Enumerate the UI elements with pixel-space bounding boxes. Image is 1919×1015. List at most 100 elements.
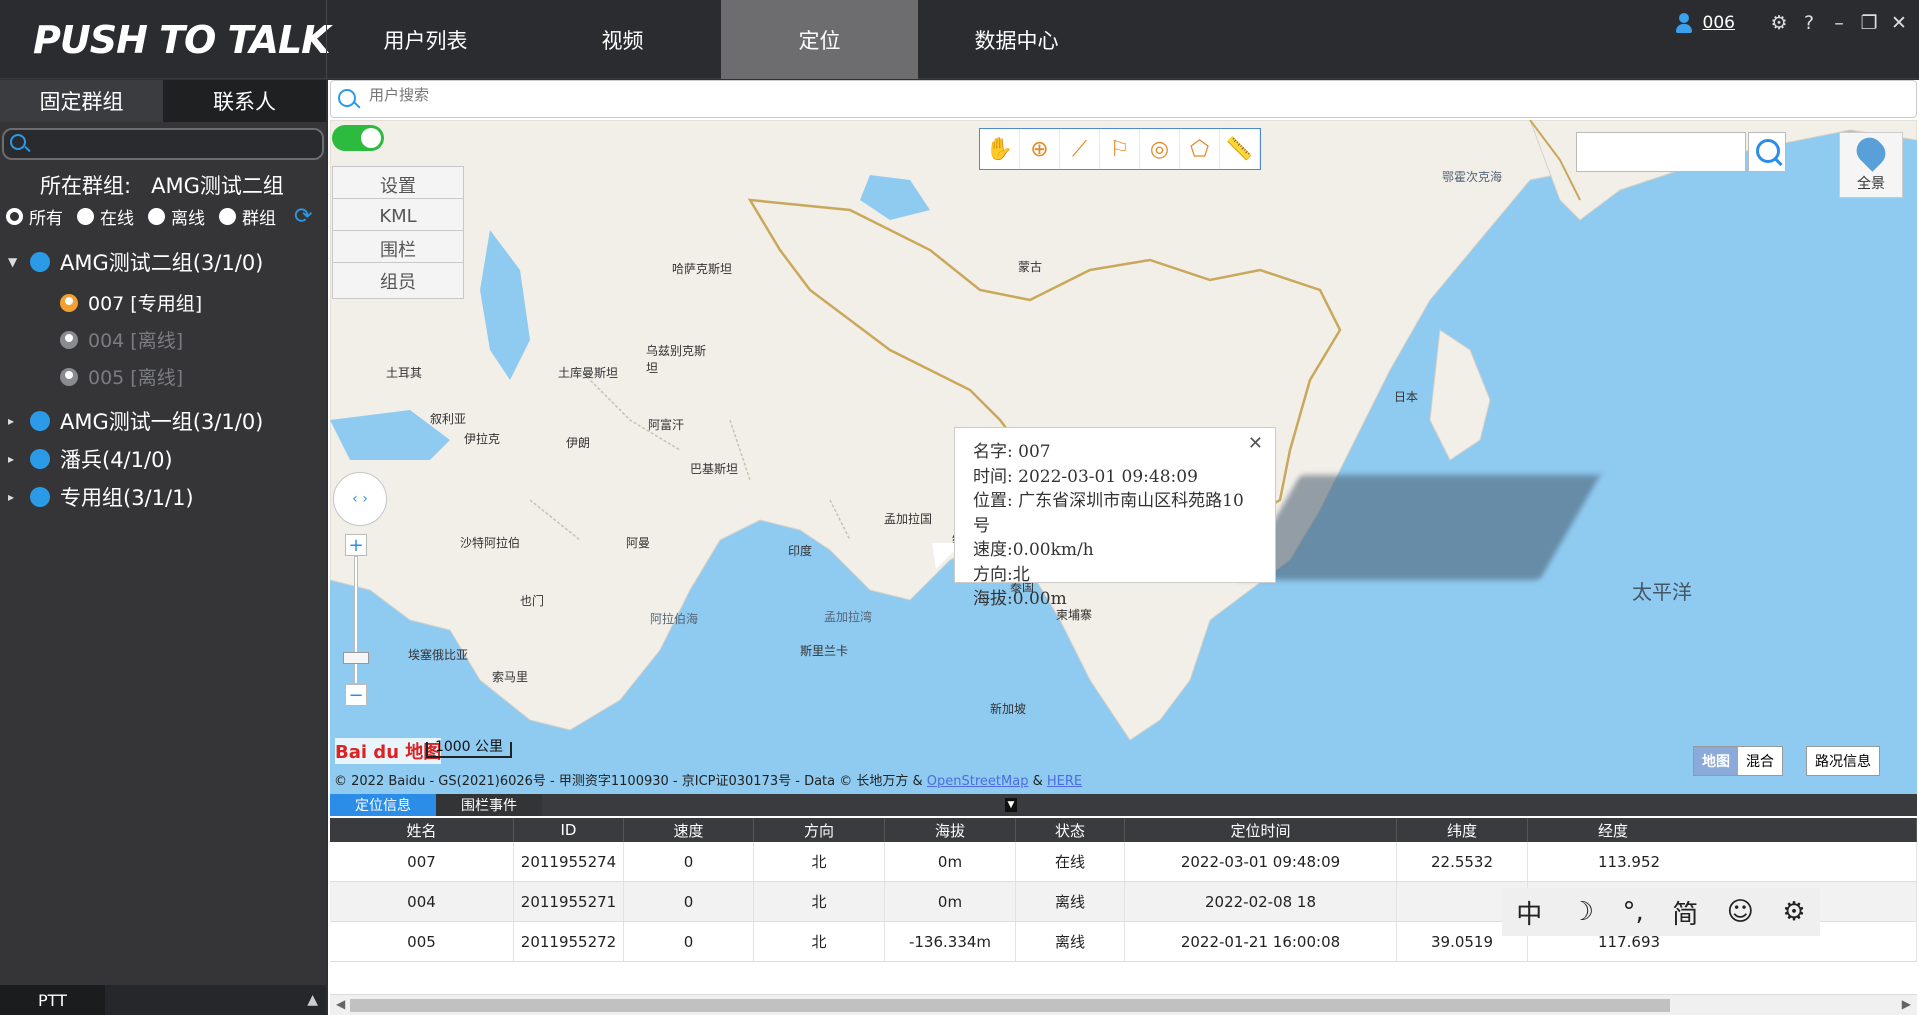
locate-icon[interactable]: ⊕ xyxy=(1020,129,1060,169)
cell: 在线 xyxy=(1016,842,1125,881)
col-header[interactable]: 状态 xyxy=(1016,818,1125,842)
ptt-button[interactable]: PTT xyxy=(0,985,105,1015)
map-label: 伊朗 xyxy=(566,436,591,450)
filter-group-label: 群组 xyxy=(242,209,276,229)
user-offline-icon xyxy=(60,367,78,386)
close-icon[interactable]: ✕ xyxy=(1248,432,1263,457)
collapse-arrow-icon[interactable]: ▸ xyxy=(8,414,20,428)
tab-fixed-groups[interactable]: 固定群组 xyxy=(0,80,163,122)
traffic-button[interactable]: 路况信息 xyxy=(1806,746,1880,776)
filter-group-radio[interactable] xyxy=(219,208,236,225)
caret-up-icon[interactable]: ▲ xyxy=(307,992,318,1008)
filter-online-radio[interactable] xyxy=(77,208,94,225)
circle-icon[interactable]: ◎ xyxy=(1140,129,1180,169)
map-search-icon[interactable] xyxy=(1748,132,1786,172)
nav-location[interactable]: 定位 xyxy=(721,0,918,79)
nav-data-center[interactable]: 数据中心 xyxy=(918,0,1115,79)
tree-group[interactable]: ▸ 专用组(3/1/1) xyxy=(0,475,326,519)
help-icon[interactable]: ? xyxy=(1799,12,1819,34)
bottom-tabs: 定位信息 围栏事件 ▼ xyxy=(330,794,1917,816)
table-row[interactable]: 007 2011955274 0 北 0m 在线 2022-03-01 09:4… xyxy=(330,842,1917,882)
tab-location-info[interactable]: 定位信息 xyxy=(330,794,436,816)
col-header[interactable]: 速度 xyxy=(624,818,754,842)
ime-chinese-icon[interactable]: 中 xyxy=(1516,894,1542,931)
settings-icon[interactable]: ⚙ xyxy=(1769,12,1789,34)
scrollbar-thumb[interactable] xyxy=(350,999,1670,1012)
ruler-icon[interactable]: 📏 xyxy=(1220,129,1260,169)
close-icon[interactable]: ✕ xyxy=(1889,12,1909,34)
col-header[interactable]: 海拔 xyxy=(885,818,1016,842)
tree-group[interactable]: ▼ AMG测试二组(3/1/0) xyxy=(0,240,326,284)
cell: 北 xyxy=(754,922,885,961)
tree-member[interactable]: 005 [离线] xyxy=(0,358,326,395)
members-button[interactable]: 组员 xyxy=(332,262,464,299)
ime-simplified-icon[interactable]: 简 xyxy=(1672,894,1698,931)
col-header[interactable]: ID xyxy=(514,818,624,842)
nav-video[interactable]: 视频 xyxy=(524,0,721,79)
map-label: 伊拉克 xyxy=(464,432,501,446)
map-label: 也门 xyxy=(520,594,545,608)
map-search-input[interactable] xyxy=(1576,132,1746,172)
user-search-input[interactable] xyxy=(369,87,969,104)
hand-icon[interactable]: ✋ xyxy=(980,129,1020,169)
expand-arrow-icon[interactable]: ▼ xyxy=(8,255,20,269)
tree-member[interactable]: 004 [离线] xyxy=(0,321,326,358)
map-type-map[interactable]: 地图 xyxy=(1694,747,1738,775)
collapse-icon[interactable]: ▼ xyxy=(1005,798,1017,812)
nav-user-list[interactable]: 用户列表 xyxy=(327,0,524,79)
map-label: 叙利亚 xyxy=(430,412,467,426)
layer-toggle[interactable] xyxy=(332,125,384,151)
ime-moon-icon[interactable]: ☽ xyxy=(1571,897,1594,927)
zoom-level-handle[interactable] xyxy=(343,652,369,664)
col-header[interactable]: 姓名 xyxy=(330,818,514,842)
tree-member[interactable]: 007 [专用组] xyxy=(0,284,326,321)
status-filters: 所有 在线 离线 群组 ⟳ xyxy=(6,204,312,229)
collapse-arrow-icon[interactable]: ▸ xyxy=(8,452,20,466)
cell: 2022-03-01 09:48:09 xyxy=(1125,842,1397,881)
col-header[interactable]: 纬度 xyxy=(1397,818,1528,842)
zoom-slider[interactable] xyxy=(354,556,358,684)
search-icon xyxy=(10,134,26,150)
pan-control[interactable]: ‹ › xyxy=(333,472,387,526)
cell: -136.334m xyxy=(885,922,1016,961)
osm-link[interactable]: OpenStreetMap xyxy=(927,774,1029,789)
group-search-input[interactable] xyxy=(2,128,324,160)
ptt-bar: PTT ▲ xyxy=(0,985,326,1015)
ime-punct-icon[interactable]: °, xyxy=(1623,897,1644,927)
minimize-icon[interactable]: – xyxy=(1829,12,1849,34)
scroll-right-icon[interactable]: ▶ xyxy=(1902,997,1911,1011)
here-link[interactable]: HERE xyxy=(1047,774,1082,789)
col-header[interactable]: 方向 xyxy=(754,818,885,842)
filter-offline-radio[interactable] xyxy=(148,208,165,225)
map-type-hybrid[interactable]: 混合 xyxy=(1738,747,1782,775)
ime-settings-icon[interactable]: ⚙ xyxy=(1782,897,1805,927)
filter-online-label: 在线 xyxy=(100,209,134,229)
polyline-icon[interactable]: ⟋ xyxy=(1060,129,1100,169)
tab-fence-events[interactable]: 围栏事件 xyxy=(436,794,542,816)
zoom-out-button[interactable]: − xyxy=(345,684,367,706)
ime-emoji-icon[interactable]: ☺ xyxy=(1727,897,1754,927)
map-label: 阿富汗 xyxy=(648,418,685,432)
polygon-icon[interactable]: ⬠ xyxy=(1180,129,1220,169)
col-header[interactable]: 经度 xyxy=(1528,818,1917,842)
flag-icon[interactable]: ⚐ xyxy=(1100,129,1140,169)
panorama-button[interactable]: 全景 xyxy=(1839,132,1903,198)
map-view[interactable]: 设置 KML 围栏 组员 ✋ ⊕ ⟋ ⚐ ◎ ⬠ 📏 全景 鄂霍次克海 哈萨克斯 xyxy=(330,120,1917,794)
restore-icon[interactable]: ❐ xyxy=(1859,12,1879,34)
group-name: AMG测试二组(3/1/0) xyxy=(60,251,264,275)
group-icon xyxy=(30,411,50,431)
tab-contacts[interactable]: 联系人 xyxy=(163,80,326,122)
collapse-arrow-icon[interactable]: ▸ xyxy=(8,490,20,504)
map-label: 孟加拉国 xyxy=(884,512,933,526)
panorama-icon xyxy=(1851,132,1891,172)
horizontal-scrollbar[interactable]: ◀ ▶ xyxy=(330,994,1917,1015)
filter-all-radio[interactable] xyxy=(6,208,23,225)
scroll-left-icon[interactable]: ◀ xyxy=(336,997,345,1011)
info-location: 位置: 广东省深圳市南山区科苑路10号 xyxy=(973,491,1244,536)
col-header[interactable]: 定位时间 xyxy=(1125,818,1397,842)
map-label: 巴基斯坦 xyxy=(690,462,739,476)
zoom-in-button[interactable]: + xyxy=(345,534,367,556)
username-link[interactable]: 006 xyxy=(1703,13,1735,33)
map-label: 索马里 xyxy=(492,670,529,684)
refresh-icon[interactable]: ⟳ xyxy=(294,204,312,229)
